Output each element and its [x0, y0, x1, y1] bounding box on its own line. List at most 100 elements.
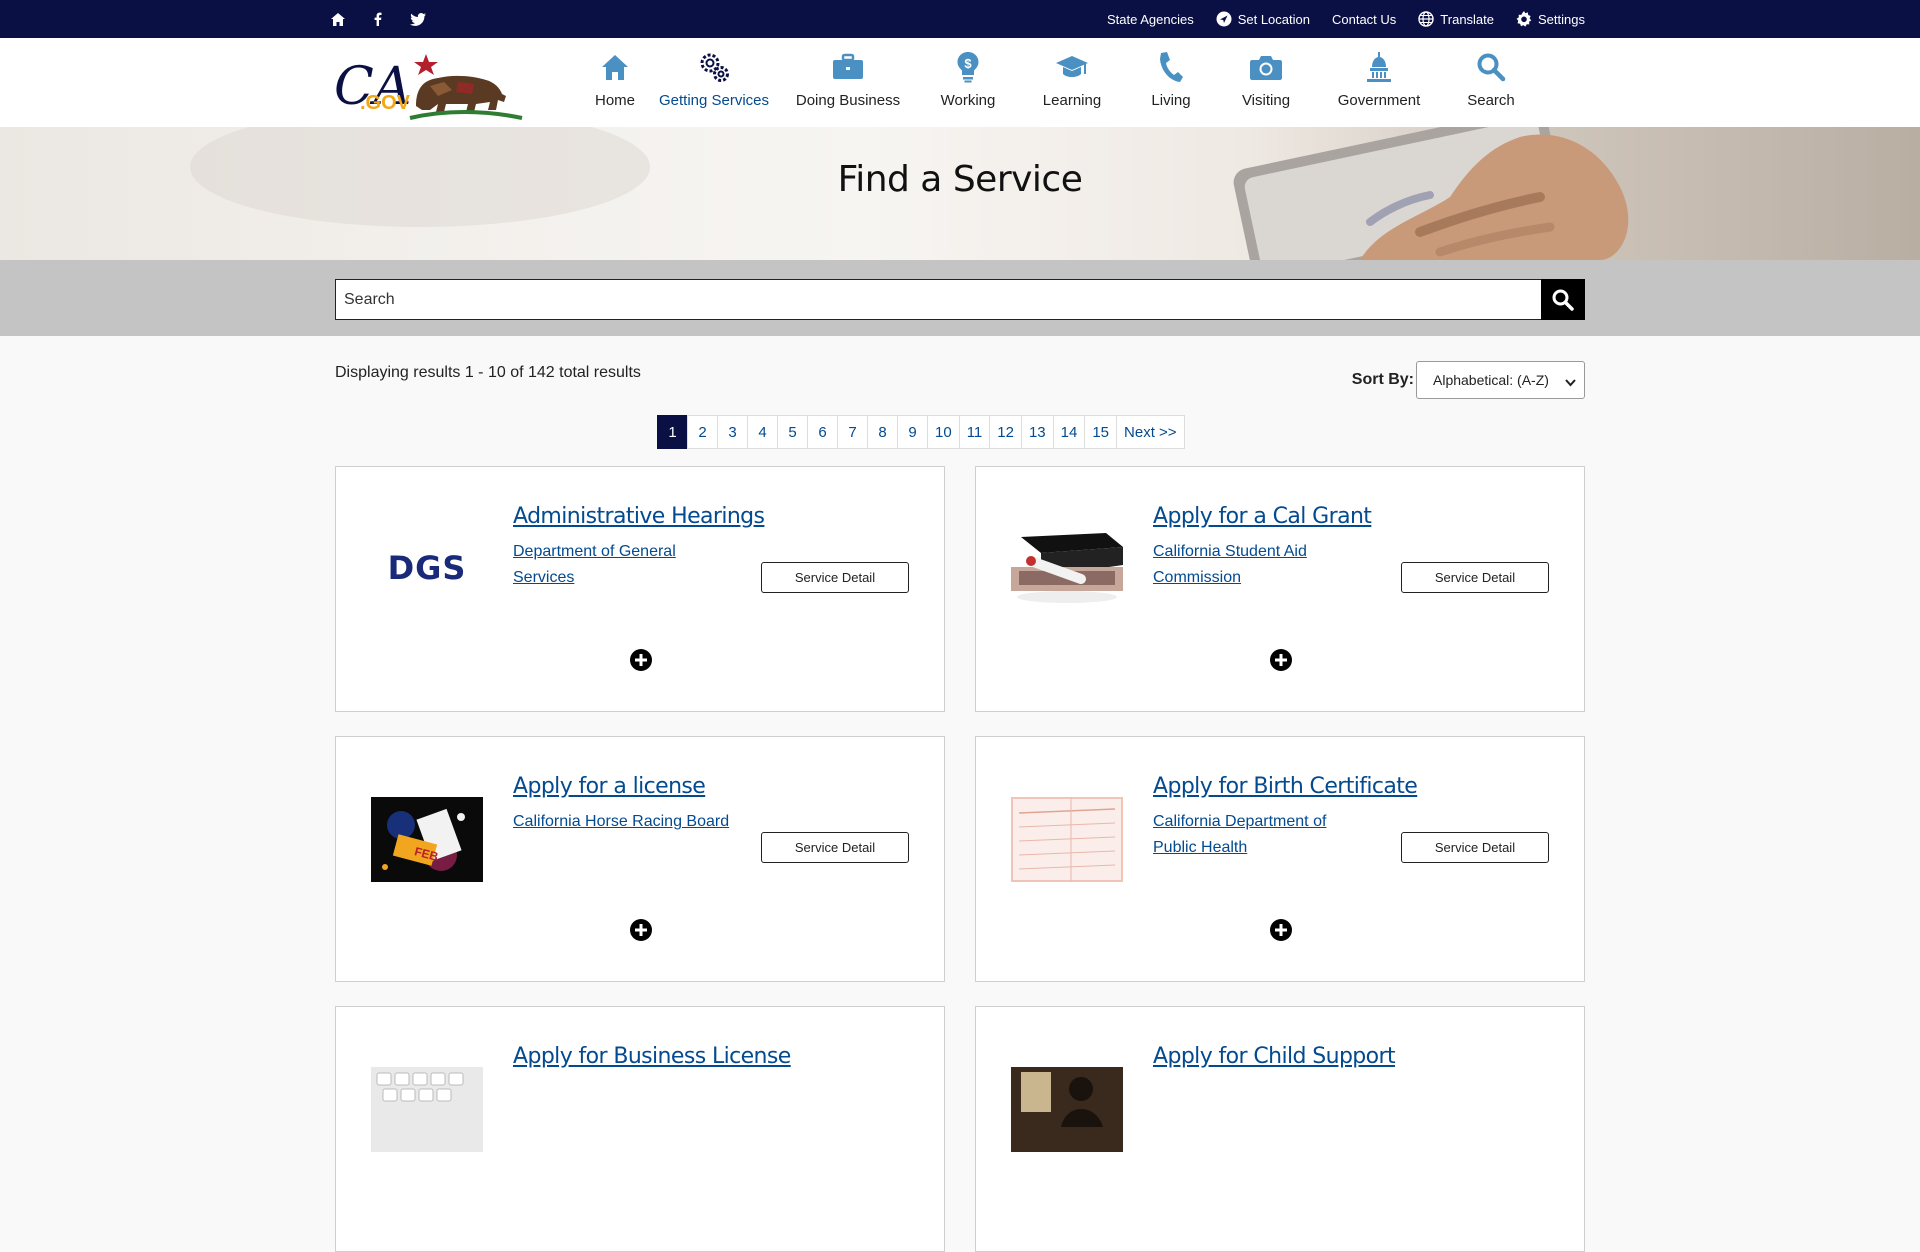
service-title-link[interactable]: Apply for a Cal Grant	[1153, 504, 1372, 529]
utility-bar: State Agencies Set Location Contact Us T…	[0, 0, 1920, 38]
nav-home[interactable]: Home	[580, 38, 650, 127]
search-button[interactable]	[1541, 279, 1585, 320]
pagination-page[interactable]: 11	[958, 415, 990, 449]
pagination-page[interactable]: 7	[837, 415, 867, 449]
gears-icon	[697, 50, 731, 84]
service-thumbnail: DGS	[371, 527, 483, 612]
service-agency-link[interactable]: California Horse Racing Board	[513, 809, 733, 835]
service-title-link[interactable]: Apply for a license	[513, 774, 706, 799]
expand-plus-icon[interactable]	[1269, 648, 1293, 672]
expand-plus-icon[interactable]	[629, 918, 653, 942]
utility-links: State Agencies Set Location Contact Us T…	[1107, 0, 1585, 38]
nav-government[interactable]: Government	[1316, 38, 1442, 127]
sort-select[interactable]: Alphabetical: (A-Z)	[1416, 361, 1585, 399]
translate-label: Translate	[1440, 11, 1495, 27]
pagination-page[interactable]: 8	[867, 415, 897, 449]
service-detail-button[interactable]: Service Detail	[1401, 832, 1549, 863]
gear-icon	[1516, 11, 1532, 27]
service-detail-button[interactable]: Service Detail	[761, 832, 909, 863]
chevron-down-icon	[1565, 375, 1576, 391]
globe-icon	[1418, 11, 1434, 27]
graduation-cap-icon	[1055, 50, 1089, 84]
settings-label: Settings	[1538, 11, 1585, 27]
expand-plus-icon[interactable]	[629, 648, 653, 672]
nav-doing-business[interactable]: Doing Business	[778, 38, 918, 127]
pagination-page[interactable]: 3	[717, 415, 747, 449]
nav-label: Government	[1337, 92, 1421, 109]
service-agency-link[interactable]: California Department of Public Health	[1153, 809, 1373, 861]
pagination-page[interactable]: 2	[687, 415, 717, 449]
lightbulb-dollar-icon: $	[956, 50, 980, 84]
main-header: CA .GOV Home Getting Services Doing Busine…	[0, 38, 1920, 127]
service-search	[335, 279, 1585, 320]
translate-link[interactable]: Translate	[1418, 11, 1494, 27]
sort-label: Sort By:	[1351, 371, 1414, 388]
svg-text:.GOV: .GOV	[360, 92, 411, 114]
service-thumbnail: FEB	[371, 797, 483, 882]
nav-search[interactable]: Search	[1442, 38, 1540, 127]
service-detail-button[interactable]: Service Detail	[1401, 562, 1549, 593]
camera-icon	[1249, 50, 1283, 84]
nav-learning[interactable]: Learning	[1018, 38, 1126, 127]
service-detail-button[interactable]: Service Detail	[761, 562, 909, 593]
contact-us-label: Contact Us	[1331, 11, 1397, 27]
twitter-icon[interactable]	[409, 10, 427, 28]
settings-link[interactable]: Settings	[1516, 11, 1585, 27]
pagination-page[interactable]: 15	[1084, 415, 1117, 449]
home-icon[interactable]	[329, 10, 347, 28]
capitol-dome-icon	[1364, 50, 1394, 84]
facebook-icon[interactable]	[369, 10, 387, 28]
results-summary: Displaying results 1 - 10 of 142 total r…	[335, 364, 641, 381]
nav-visiting[interactable]: Visiting	[1216, 38, 1316, 127]
service-title-link[interactable]: Apply for Birth Certificate	[1153, 774, 1418, 799]
pagination-page[interactable]: 13	[1020, 415, 1053, 449]
search-icon	[1476, 50, 1506, 84]
service-thumbnail	[1011, 797, 1123, 882]
nav-living[interactable]: Living	[1126, 38, 1216, 127]
sort-selected-value: Alphabetical: (A-Z)	[1433, 372, 1549, 388]
pagination-page[interactable]: 10	[927, 415, 959, 449]
house-icon	[600, 50, 630, 84]
pagination-page[interactable]: 6	[807, 415, 837, 449]
service-title-link[interactable]: Administrative Hearings	[513, 504, 765, 529]
search-icon	[1552, 289, 1574, 311]
set-location-label: Set Location	[1237, 11, 1310, 27]
pagination: 1 2 3 4 5 6 7 8 9 10 11 12 13 14 15 Next >>	[657, 415, 1185, 449]
search-band	[0, 260, 1920, 336]
nav-getting-services[interactable]: Getting Services	[650, 38, 778, 127]
service-card: FEB Apply for a license California Horse R…	[335, 736, 945, 982]
pagination-next[interactable]: Next >>	[1116, 415, 1185, 449]
pagination-page[interactable]: 9	[897, 415, 927, 449]
service-card: Apply for Birth Certificate California De…	[975, 736, 1585, 982]
pagination-page[interactable]: 14	[1052, 415, 1085, 449]
svg-text:DGS: DGS	[388, 549, 467, 587]
nav-label: Getting Services	[658, 92, 770, 109]
page-title: Find a Service	[837, 159, 1083, 200]
service-card: Apply for Business License	[335, 1006, 945, 1252]
pagination-page[interactable]: 1	[657, 415, 687, 449]
state-agencies-link[interactable]: State Agencies	[1107, 12, 1194, 27]
social-links	[329, 0, 427, 38]
ca-gov-logo[interactable]: CA .GOV	[334, 46, 524, 120]
nav-label: Working	[940, 92, 996, 109]
nav-working[interactable]: $ Working	[918, 38, 1018, 127]
search-input[interactable]	[335, 279, 1541, 320]
pagination-page[interactable]: 5	[777, 415, 807, 449]
nav-label: Search	[1467, 92, 1515, 109]
service-card: DGS Administrative Hearings Department of …	[335, 466, 945, 712]
pagination-page[interactable]: 12	[989, 415, 1021, 449]
service-card: Apply for a Cal Grant California Student …	[975, 466, 1585, 712]
expand-plus-icon[interactable]	[1269, 918, 1293, 942]
nav-label: Learning	[1042, 92, 1102, 109]
service-card: Apply for Child Support	[975, 1006, 1585, 1252]
service-title-link[interactable]: Apply for Child Support	[1153, 1044, 1396, 1069]
phone-handset-icon	[1158, 50, 1184, 84]
service-agency-link[interactable]: California Student Aid Commission	[1153, 539, 1373, 591]
pagination-page[interactable]: 4	[747, 415, 777, 449]
service-agency-link[interactable]: Department of General Services	[513, 539, 733, 591]
set-location-link[interactable]: Set Location	[1216, 11, 1310, 27]
state-agencies-label: State Agencies	[1106, 11, 1194, 27]
nav-label: Home	[594, 92, 635, 109]
contact-us-link[interactable]: Contact Us	[1332, 12, 1396, 27]
service-title-link[interactable]: Apply for Business License	[513, 1044, 791, 1069]
